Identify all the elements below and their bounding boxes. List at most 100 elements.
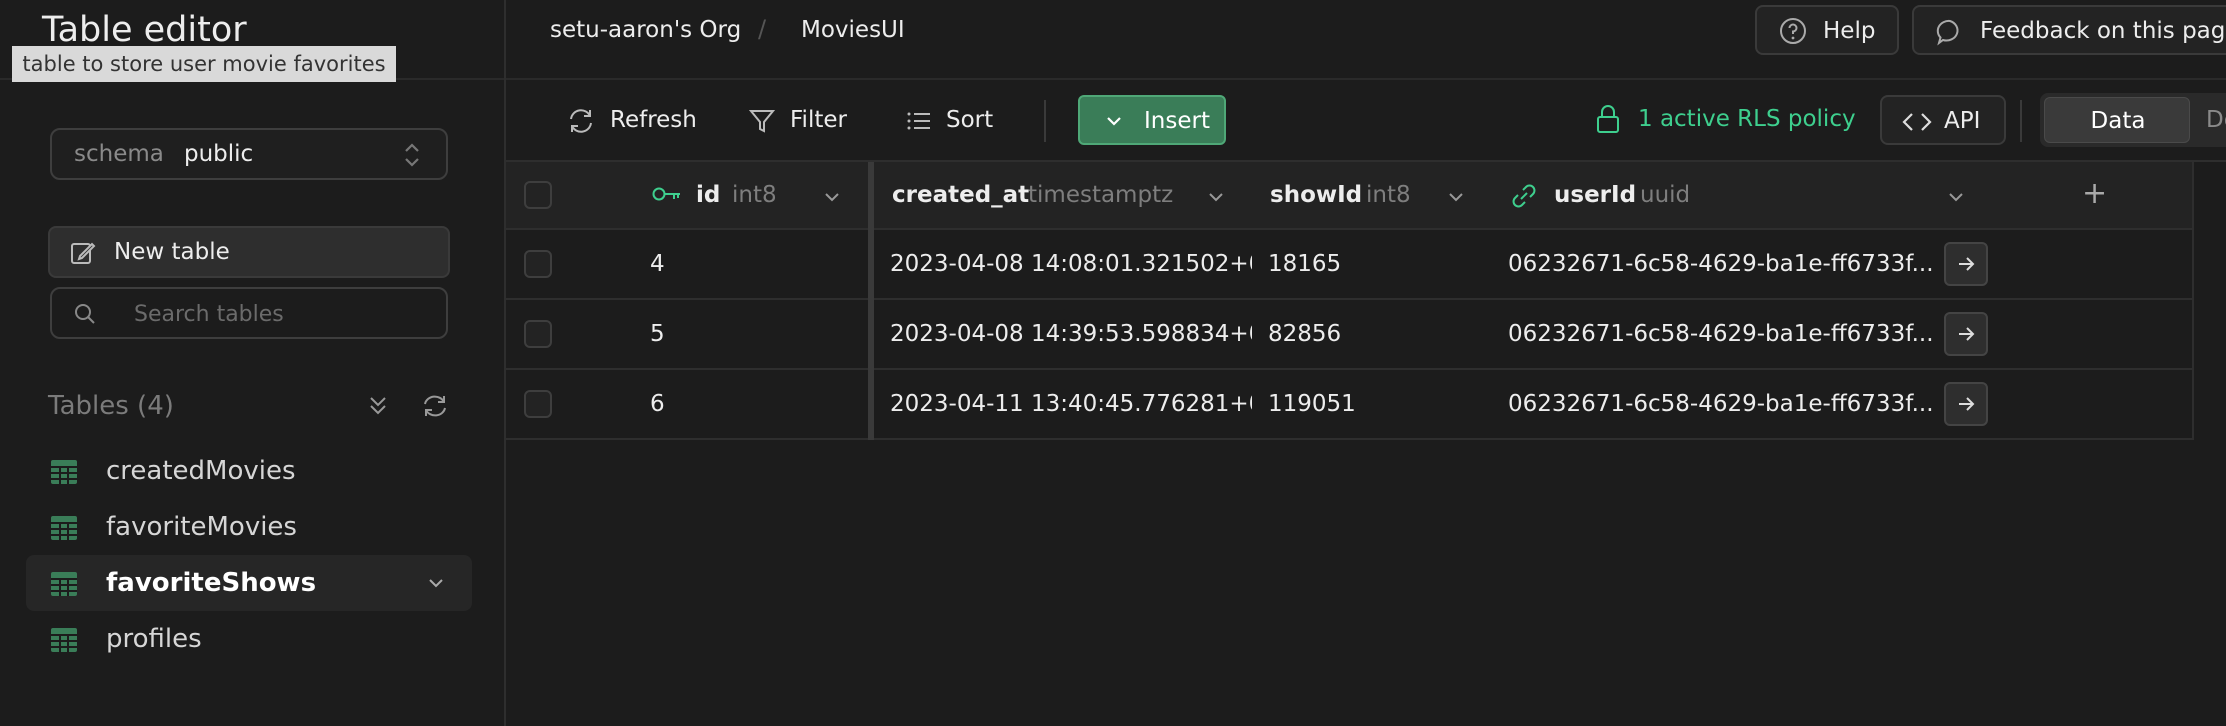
row-select-cell[interactable]	[506, 230, 636, 300]
schema-label: schema	[74, 141, 164, 167]
refresh-label: Refresh	[610, 107, 697, 133]
search-icon	[74, 303, 96, 329]
tables-header: Tables (4)	[48, 391, 174, 421]
chevron-down-icon[interactable]	[426, 573, 446, 597]
view-toggle: Data Definition	[2040, 93, 2226, 147]
row-checkbox[interactable]	[524, 320, 552, 348]
message-circle-icon	[1936, 18, 1964, 50]
cell-showId[interactable]: 119051	[1252, 370, 1494, 440]
search-tables-input[interactable]	[132, 297, 436, 331]
cell-userId[interactable]: 06232671-6c58-4629-ba1e-ff6733f...	[1492, 370, 1994, 440]
empty-cell	[1992, 230, 2194, 300]
cell-value: 2023-04-08 14:39:53.598834+00	[890, 321, 1254, 347]
tab-definition[interactable]: Definition	[2206, 107, 2226, 133]
cell-userId[interactable]: 06232671-6c58-4629-ba1e-ff6733f...	[1492, 230, 1994, 300]
lock-icon	[1597, 105, 1619, 133]
view-reference-button[interactable]	[1944, 242, 1988, 286]
column-name: id	[696, 182, 721, 208]
cell-value: 119051	[1268, 391, 1356, 417]
sidebar-item-favoriteMovies[interactable]: favoriteMovies	[26, 499, 472, 555]
sidebar-item-profiles[interactable]: profiles	[26, 611, 472, 667]
column-header-showId[interactable]: showId int8	[1252, 162, 1494, 230]
rls-policy-label: 1 active RLS policy	[1638, 106, 1856, 132]
add-column-header[interactable]: +	[1992, 162, 2194, 230]
table-description-tooltip: table to store user movie favorites	[12, 46, 396, 82]
arrow-right-icon	[1959, 257, 1975, 271]
toolbar-divider	[1044, 100, 1046, 142]
chevron-up-down-icon	[402, 139, 422, 175]
table-icon	[50, 627, 78, 657]
cell-id[interactable]: 5	[634, 300, 870, 370]
feedback-button[interactable]: Feedback on this page?	[1912, 5, 2226, 55]
breadcrumb-separator: /	[758, 15, 767, 43]
chevron-down-icon[interactable]	[1946, 187, 1966, 211]
column-name: showId	[1270, 182, 1363, 208]
help-button[interactable]: Help	[1755, 5, 1899, 55]
page-title: Table editor	[42, 10, 247, 50]
row-select-cell[interactable]	[506, 370, 636, 440]
filter-button[interactable]: Filter	[744, 100, 864, 142]
filter-icon	[748, 110, 776, 133]
api-button[interactable]: API	[1880, 95, 2006, 145]
cell-userId[interactable]: 06232671-6c58-4629-ba1e-ff6733f...	[1492, 300, 1994, 370]
sort-label: Sort	[946, 107, 994, 133]
arrow-right-icon	[1959, 327, 1975, 341]
refresh-button[interactable]: Refresh	[562, 100, 702, 142]
view-reference-button[interactable]	[1944, 312, 1988, 356]
reload-tables-button[interactable]	[420, 392, 450, 424]
row-checkbox[interactable]	[524, 250, 552, 278]
list-icon	[907, 112, 930, 130]
chevrons-down-icon	[370, 397, 386, 415]
sidebar-item-label: createdMovies	[106, 456, 296, 486]
new-table-button[interactable]: New table	[48, 226, 450, 278]
tab-data[interactable]: Data	[2044, 97, 2190, 143]
chevron-down-icon[interactable]	[1206, 187, 1226, 211]
filter-label: Filter	[790, 107, 847, 133]
cell-created_at[interactable]: 2023-04-11 13:40:45.776281+00	[874, 370, 1254, 440]
schema-value: public	[184, 141, 254, 167]
view-reference-button[interactable]	[1944, 382, 1988, 426]
chevron-down-icon[interactable]	[1446, 187, 1466, 211]
cell-showId[interactable]: 82856	[1252, 300, 1494, 370]
cell-value: 18165	[1268, 251, 1342, 277]
column-header-userId[interactable]: userId uuid	[1492, 162, 1994, 230]
tab-data-label: Data	[2090, 108, 2146, 134]
column-type: int8	[732, 182, 777, 208]
cell-id[interactable]: 6	[634, 370, 870, 440]
breadcrumb-org[interactable]: setu-aaron's Org	[550, 17, 741, 43]
column-header-id[interactable]: id int8	[634, 162, 870, 230]
breadcrumb-project[interactable]: MoviesUI	[801, 17, 905, 43]
collapse-all-button[interactable]	[364, 392, 392, 424]
sidebar-item-favoriteShows[interactable]: favoriteShows	[26, 555, 472, 611]
insert-button[interactable]: Insert	[1078, 95, 1226, 145]
sidebar-item-createdMovies[interactable]: createdMovies	[26, 443, 472, 499]
foreign-key-link-icon	[1512, 184, 1536, 208]
primary-key-icon	[652, 187, 680, 201]
empty-cell	[1992, 370, 2194, 440]
column-name: userId	[1554, 182, 1637, 208]
chevron-down-icon[interactable]	[822, 187, 842, 211]
cell-value: 6	[650, 391, 665, 417]
column-header-created_at[interactable]: created_at timestamptz	[874, 162, 1254, 230]
plus-icon: +	[2082, 176, 2108, 211]
cell-value: 2023-04-08 14:08:01.321502+00	[890, 251, 1254, 277]
cell-value: 06232671-6c58-4629-ba1e-ff6733f...	[1508, 321, 1934, 347]
help-circle-icon	[1779, 17, 1807, 49]
select-all-checkbox[interactable]	[524, 181, 552, 209]
cell-value: 4	[650, 251, 665, 277]
cell-created_at[interactable]: 2023-04-08 14:08:01.321502+00	[874, 230, 1254, 300]
cell-created_at[interactable]: 2023-04-08 14:39:53.598834+00	[874, 300, 1254, 370]
arrow-right-icon	[1959, 397, 1975, 411]
refresh-icon	[570, 109, 592, 133]
row-checkbox[interactable]	[524, 390, 552, 418]
schema-select[interactable]: schema public	[50, 128, 448, 180]
empty-cell	[1992, 300, 2194, 370]
sort-button[interactable]: Sort	[902, 100, 1012, 142]
row-select-cell[interactable]	[506, 300, 636, 370]
cell-id[interactable]: 4	[634, 230, 870, 300]
column-type: uuid	[1640, 182, 1691, 208]
cell-value: 2023-04-11 13:40:45.776281+00	[890, 391, 1254, 417]
column-type: int8	[1366, 182, 1411, 208]
cell-showId[interactable]: 18165	[1252, 230, 1494, 300]
insert-label: Insert	[1144, 108, 1210, 134]
